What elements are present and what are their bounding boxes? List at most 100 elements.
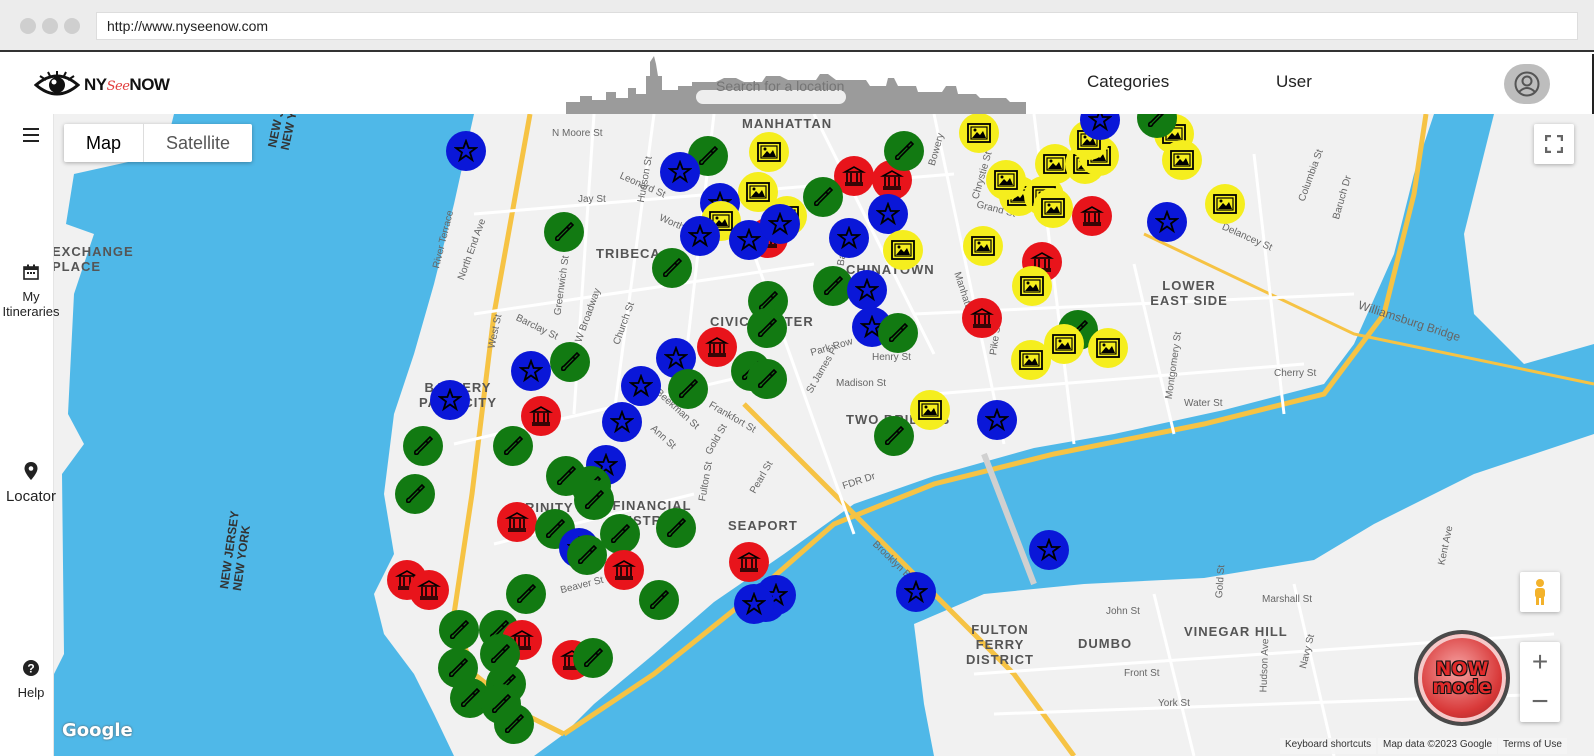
window-close-button[interactable]: [20, 18, 36, 34]
landmark-marker[interactable]: [621, 366, 661, 406]
sidebar-item-locator[interactable]: Locator: [0, 462, 62, 504]
gallery-marker[interactable]: [1088, 328, 1128, 368]
art-marker[interactable]: [878, 313, 918, 353]
landmark-marker[interactable]: [1147, 202, 1187, 242]
map-type-toggle: Map Satellite: [64, 124, 253, 162]
sidebar-menu-button[interactable]: [0, 128, 62, 145]
art-marker[interactable]: [656, 508, 696, 548]
landmark-marker[interactable]: [1029, 530, 1069, 570]
nav-categories[interactable]: Categories: [1087, 72, 1169, 92]
landmark-marker[interactable]: [660, 152, 700, 192]
landmark-marker[interactable]: [896, 572, 936, 612]
art-icon: [503, 435, 524, 456]
art-icon: [757, 317, 778, 338]
art-icon: [649, 589, 670, 610]
art-marker[interactable]: [573, 638, 613, 678]
art-marker[interactable]: [403, 426, 443, 466]
svg-text:?: ?: [27, 662, 34, 676]
museum-marker[interactable]: [729, 542, 769, 582]
map-view[interactable]: Map Satellite + − MANHATTAN TRIBECA CHIN…: [54, 114, 1594, 756]
gallery-icon: [1020, 276, 1044, 296]
sidebar-item-help[interactable]: ? Help: [0, 660, 62, 700]
landmark-marker[interactable]: [829, 218, 869, 258]
landmark-marker[interactable]: [446, 131, 486, 171]
museum-icon: [842, 166, 866, 186]
art-marker[interactable]: [884, 131, 924, 171]
gallery-icon: [1213, 194, 1237, 214]
search-input[interactable]: [680, 74, 900, 98]
museum-marker[interactable]: [409, 570, 449, 610]
landmark-marker[interactable]: [734, 584, 774, 624]
zoom-out-button[interactable]: −: [1531, 682, 1549, 722]
art-icon: [610, 523, 631, 544]
museum-icon: [612, 560, 636, 580]
art-marker[interactable]: [567, 535, 607, 575]
art-icon: [490, 643, 511, 664]
terms-of-use-link[interactable]: Terms of Use: [1498, 738, 1567, 754]
gallery-marker[interactable]: [749, 132, 789, 172]
art-marker[interactable]: [494, 704, 534, 744]
art-marker[interactable]: [574, 480, 614, 520]
gallery-marker[interactable]: [1044, 324, 1084, 364]
now-mode-button[interactable]: NOW mode: [1414, 630, 1510, 726]
gallery-marker[interactable]: [986, 160, 1026, 200]
landmark-marker[interactable]: [511, 351, 551, 391]
url-bar[interactable]: http://www.nyseenow.com: [96, 12, 1578, 40]
app-logo[interactable]: NYSeeNOW: [34, 68, 170, 102]
art-icon: [662, 257, 683, 278]
landmark-marker[interactable]: [868, 194, 908, 234]
art-marker[interactable]: [668, 369, 708, 409]
museum-marker[interactable]: [497, 502, 537, 542]
art-marker[interactable]: [747, 359, 787, 399]
art-marker[interactable]: [506, 574, 546, 614]
museum-marker[interactable]: [521, 396, 561, 436]
zoom-in-button[interactable]: +: [1532, 642, 1548, 682]
museum-icon: [417, 580, 441, 600]
gallery-marker[interactable]: [963, 226, 1003, 266]
landmark-icon: [876, 202, 900, 226]
map-type-map-button[interactable]: Map: [64, 124, 143, 162]
gallery-icon: [994, 170, 1018, 190]
gallery-marker[interactable]: [1162, 140, 1202, 180]
window-minimize-button[interactable]: [42, 18, 58, 34]
zoom-controls: + −: [1520, 642, 1560, 722]
landmark-marker[interactable]: [847, 270, 887, 310]
museum-icon: [970, 308, 994, 328]
street-view-pegman[interactable]: [1520, 572, 1560, 612]
window-maximize-button[interactable]: [64, 18, 80, 34]
gallery-marker[interactable]: [883, 230, 923, 270]
gallery-marker[interactable]: [910, 390, 950, 430]
gallery-marker[interactable]: [1205, 184, 1245, 224]
art-marker[interactable]: [639, 580, 679, 620]
gallery-marker[interactable]: [1012, 266, 1052, 306]
nav-user[interactable]: User: [1276, 72, 1312, 92]
art-marker[interactable]: [395, 474, 435, 514]
landmark-marker[interactable]: [680, 216, 720, 256]
landmark-marker[interactable]: [602, 402, 642, 442]
keyboard-shortcuts-link[interactable]: Keyboard shortcuts: [1280, 738, 1377, 754]
art-icon: [666, 517, 687, 538]
art-marker[interactable]: [747, 308, 787, 348]
art-icon: [449, 619, 470, 640]
art-marker[interactable]: [803, 177, 843, 217]
landmark-marker[interactable]: [977, 400, 1017, 440]
pegman-icon: [1535, 579, 1545, 605]
museum-marker[interactable]: [962, 298, 1002, 338]
sidebar-item-itineraries[interactable]: My Itineraries: [0, 264, 62, 319]
art-marker[interactable]: [550, 342, 590, 382]
art-marker[interactable]: [493, 426, 533, 466]
gallery-marker[interactable]: [959, 114, 999, 153]
fullscreen-button[interactable]: [1534, 124, 1574, 164]
art-marker[interactable]: [544, 212, 584, 252]
museum-marker[interactable]: [697, 327, 737, 367]
landmark-marker[interactable]: [760, 204, 800, 244]
landmark-marker[interactable]: [430, 380, 470, 420]
art-marker[interactable]: [439, 610, 479, 650]
museum-marker[interactable]: [1072, 196, 1112, 236]
art-marker[interactable]: [652, 248, 692, 288]
museum-marker[interactable]: [604, 550, 644, 590]
map-type-satellite-button[interactable]: Satellite: [143, 124, 252, 162]
art-marker[interactable]: [874, 416, 914, 456]
gallery-marker[interactable]: [1033, 188, 1073, 228]
user-avatar-button[interactable]: [1504, 64, 1550, 104]
